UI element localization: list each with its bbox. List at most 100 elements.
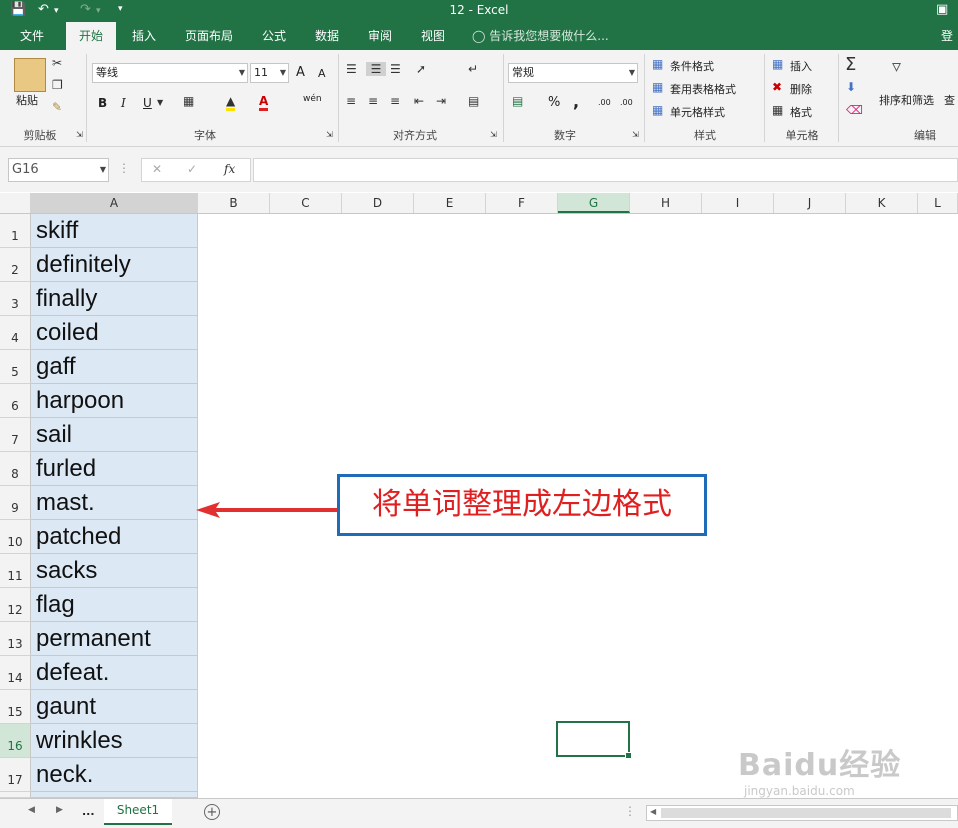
alignment-launcher-icon[interactable]: ⇲ <box>490 130 497 139</box>
sign-in-link[interactable]: 登 <box>936 22 958 50</box>
select-all-corner[interactable] <box>0 193 31 213</box>
copy-icon[interactable]: ❐ <box>52 78 63 92</box>
paste-button[interactable]: 粘贴 <box>16 92 38 108</box>
borders-icon[interactable]: ▦ <box>183 94 194 108</box>
cut-icon[interactable]: ✂ <box>52 56 62 70</box>
active-cell-g16[interactable] <box>556 721 632 759</box>
scroll-left-icon[interactable]: ◀ <box>28 805 35 815</box>
enter-icon[interactable]: ✓ <box>187 162 197 176</box>
format-cells-button[interactable]: 格式 <box>790 104 812 120</box>
add-sheet-button[interactable]: + <box>204 804 220 820</box>
row-header[interactable]: 9 <box>0 486 31 520</box>
column-header-l[interactable]: L <box>918 193 958 213</box>
conditional-format-button[interactable]: 条件格式 <box>670 58 714 74</box>
row-header[interactable]: 15 <box>0 690 31 724</box>
align-left-icon[interactable]: ≡ <box>346 94 356 108</box>
tab-data[interactable]: 数据 <box>307 22 347 50</box>
fill-icon[interactable]: ⬇ <box>846 80 856 94</box>
tab-insert[interactable]: 插入 <box>124 22 164 50</box>
column-header-b[interactable]: B <box>198 193 270 213</box>
tab-review[interactable]: 审阅 <box>360 22 400 50</box>
number-launcher-icon[interactable]: ⇲ <box>632 130 639 139</box>
cell-a[interactable]: patched <box>31 520 198 554</box>
cell-a[interactable]: permanent <box>31 622 198 656</box>
tab-formulas[interactable]: 公式 <box>254 22 294 50</box>
cell-a[interactable]: finally <box>31 282 198 316</box>
font-size-combo[interactable]: 11 ▼ <box>250 63 289 83</box>
align-bottom-icon[interactable]: ☰ <box>390 62 401 76</box>
column-header-c[interactable]: C <box>270 193 342 213</box>
column-header-g[interactable]: G <box>558 193 630 213</box>
row-header[interactable]: 12 <box>0 588 31 622</box>
row-header[interactable]: 2 <box>0 248 31 282</box>
row-header[interactable]: 7 <box>0 418 31 452</box>
column-header-h[interactable]: H <box>630 193 702 213</box>
number-format-combo[interactable]: 常规 ▼ <box>508 63 638 83</box>
row-header[interactable]: 10 <box>0 520 31 554</box>
cell-a[interactable]: sacks <box>31 554 198 588</box>
column-header-j[interactable]: J <box>774 193 846 213</box>
row-header[interactable]: 3 <box>0 282 31 316</box>
wrap-text-icon[interactable]: ↵ <box>468 62 478 76</box>
column-header-i[interactable]: I <box>702 193 774 213</box>
cell-a[interactable]: skiff <box>31 214 198 248</box>
clear-icon[interactable]: ⌫ <box>846 103 863 117</box>
cell-a[interactable]: gaff <box>31 350 198 384</box>
row-header[interactable]: 5 <box>0 350 31 384</box>
scroll-right-icon[interactable]: ▶ <box>56 805 63 815</box>
delete-cells-button[interactable]: 删除 <box>790 81 812 97</box>
insert-cells-button[interactable]: 插入 <box>790 58 812 74</box>
column-header-k[interactable]: K <box>846 193 918 213</box>
name-box[interactable]: G16 ▼ <box>8 158 109 182</box>
cell-styles-button[interactable]: 单元格样式 <box>670 104 725 120</box>
shrink-font-button[interactable]: A <box>318 67 326 80</box>
row-header[interactable]: 8 <box>0 452 31 486</box>
bold-button[interactable]: B <box>98 96 107 110</box>
autosum-icon[interactable]: Σ <box>845 54 856 75</box>
comma-button[interactable]: , <box>573 92 579 111</box>
cell-a[interactable]: sail <box>31 418 198 452</box>
increase-decimal-button[interactable]: .00 <box>598 98 611 107</box>
fill-color-icon[interactable]: ▲ <box>226 94 236 111</box>
format-painter-icon[interactable]: ✎ <box>52 100 62 114</box>
tab-page-layout[interactable]: 页面布局 <box>176 22 242 50</box>
horizontal-scrollbar[interactable]: ◀ <box>646 805 958 821</box>
merge-center-icon[interactable]: ▤ <box>468 94 479 108</box>
accounting-format-icon[interactable]: ▤ <box>512 94 523 108</box>
tab-file[interactable]: 文件 <box>12 22 52 50</box>
cell-a[interactable]: furled <box>31 452 198 486</box>
cell-a[interactable]: wrinkles <box>31 724 198 758</box>
tab-view[interactable]: 视图 <box>413 22 453 50</box>
row-header[interactable]: 6 <box>0 384 31 418</box>
decrease-decimal-button[interactable]: .00 <box>620 98 633 107</box>
cancel-icon[interactable]: ✕ <box>152 162 162 176</box>
grow-font-button[interactable]: A <box>296 65 305 80</box>
row-header[interactable]: 4 <box>0 316 31 350</box>
sheet-tab-sheet1[interactable]: Sheet1 <box>104 799 172 825</box>
ribbon-display-icon[interactable]: ▣ <box>936 2 948 17</box>
align-center-icon[interactable]: ≡ <box>368 94 378 108</box>
cell-a[interactable]: neck. <box>31 758 198 792</box>
cell-a[interactable]: harpoon <box>31 384 198 418</box>
scrollbar-thumb[interactable] <box>661 808 951 818</box>
format-as-table-button[interactable]: 套用表格格式 <box>670 81 736 97</box>
align-right-icon[interactable]: ≡ <box>390 94 400 108</box>
increase-indent-icon[interactable]: ⇥ <box>436 94 446 108</box>
formula-input[interactable] <box>253 158 958 182</box>
row-header[interactable]: 1 <box>0 214 31 248</box>
tell-me-search[interactable]: ◯ 告诉我您想要做什么... <box>472 22 622 50</box>
row-header[interactable]: 11 <box>0 554 31 588</box>
row-header[interactable]: 17 <box>0 758 31 792</box>
more-sheets-button[interactable]: ... <box>82 805 95 818</box>
font-name-combo[interactable]: 等线 ▼ <box>92 63 248 83</box>
column-header-a[interactable]: A <box>31 193 198 213</box>
cell-a[interactable]: mast. <box>31 486 198 520</box>
italic-button[interactable]: I <box>121 96 126 110</box>
chevron-down-icon[interactable]: ▼ <box>157 98 163 107</box>
cell-a[interactable]: flag <box>31 588 198 622</box>
column-header-f[interactable]: F <box>486 193 558 213</box>
paste-icon[interactable] <box>14 58 46 92</box>
row-header[interactable]: 14 <box>0 656 31 690</box>
column-header-e[interactable]: E <box>414 193 486 213</box>
cell-a[interactable]: gaunt <box>31 690 198 724</box>
